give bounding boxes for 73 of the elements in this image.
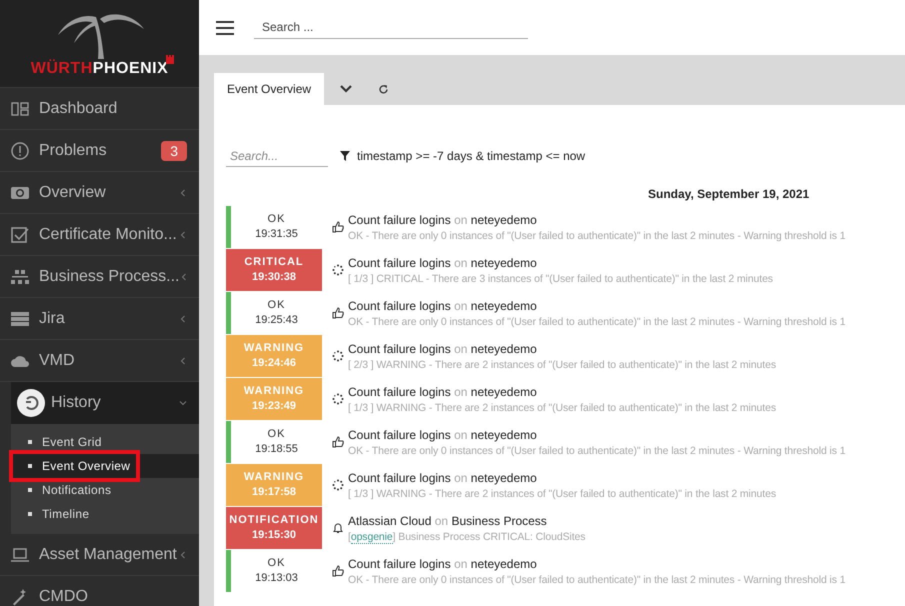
chevron-left-icon <box>179 314 187 322</box>
submenu-item[interactable]: Notifications <box>11 478 199 502</box>
sidebar-label: Certificate Monito... <box>39 226 178 244</box>
event-message: [ 2/3 ] WARNING - There are 2 instances of "(User failed to authenticate)" in the last 2 minutes <box>348 358 776 370</box>
event-message: [ 1/3 ] WARNING - There are 2 instances of "(User failed to authenticate)" in the last 2 minutes <box>348 488 776 500</box>
sidebar-label: Dashboard <box>39 100 118 118</box>
event-title: Count failure logins on neteyedemo <box>348 428 538 442</box>
event-message: OK - There are only 0 instances of "(User failed to authenticate)" in the last 2 minutes - Warning threshold is 1 <box>348 574 846 586</box>
logo-text: WÜRTHPHOENIX <box>30 61 168 77</box>
chevron-left-icon <box>180 272 188 280</box>
dashboard-icon <box>11 100 29 118</box>
event-title: Count failure logins on neteyedemo <box>348 384 538 398</box>
event-title: Count failure logins on neteyedemo <box>348 556 538 570</box>
status-badge: WARNING 19:24:46 <box>226 335 322 377</box>
event-message: OK - There are only 0 instances of "(User failed to authenticate)" in the last 2 minutes - Warning threshold is 1 <box>348 316 846 328</box>
thumbs-up-icon <box>332 565 344 577</box>
spinner-icon <box>332 393 344 405</box>
spinner-icon <box>332 479 344 491</box>
sidebar-label: VMD <box>39 352 76 370</box>
chevron-down-icon <box>179 399 187 407</box>
chevron-down-icon[interactable] <box>340 85 352 93</box>
chevron-left-icon <box>179 356 187 364</box>
sidebar-label: Overview <box>39 184 107 202</box>
alert-icon <box>11 142 29 160</box>
tab[interactable]: Event Overview <box>214 73 324 105</box>
laptop-icon <box>11 546 29 564</box>
submenu-item[interactable]: Event Grid <box>11 430 199 454</box>
filter-text: timestamp >= -7 days & timestamp <= now <box>357 149 586 163</box>
thumbs-up-icon <box>332 436 344 448</box>
event-message: OK - There are only 0 instances of "(User failed to authenticate)" in the last 2 minutes - Warning threshold is 1 <box>348 230 846 242</box>
sidebar-label: Asset Management <box>39 546 178 564</box>
event-message: [opsgenie] Business Process CRITICAL: CloudSites <box>348 530 586 542</box>
event-message: [ 1/3 ] CRITICAL - There are 3 instances of "(User failed to authenticate)" in the last 2 minutes <box>348 272 773 284</box>
sidebar-label: Problems <box>39 142 108 160</box>
sidebar-label: Business Process... <box>39 268 180 286</box>
spinner-icon <box>332 350 344 362</box>
chevron-left-icon <box>179 188 187 196</box>
status-badge: WARNING 19:23:49 <box>226 378 322 420</box>
filter-icon <box>340 151 350 161</box>
sidebar-item[interactable]: Overview <box>0 172 199 214</box>
checkbox-icon <box>11 226 29 244</box>
sitemap-icon <box>11 268 29 286</box>
thumbs-up-icon <box>332 307 344 319</box>
status-badge: CRITICAL 19:30:38 <box>226 249 322 291</box>
event-title: Count failure logins on neteyedemo <box>348 470 538 484</box>
event-message: [ 1/3 ] WARNING - There are 2 instances of "(User failed to authenticate)" in the last 2 minutes <box>348 402 776 414</box>
bell-icon <box>332 522 344 534</box>
event-message: OK - There are only 0 instances of "(User failed to authenticate)" in the last 2 minutes - Warning threshold is 1 <box>348 444 846 456</box>
event-title: Count failure logins on neteyedemo <box>348 298 538 312</box>
event-title: Atlassian Cloud on Business Process <box>348 514 548 528</box>
sidebar-label: History <box>51 394 102 412</box>
sidebar-label: Jira <box>39 310 66 328</box>
chevron-left-icon <box>179 230 187 238</box>
sidebar-item[interactable]: Jira <box>0 298 199 340</box>
refresh-icon[interactable] <box>378 84 390 94</box>
thumbs-up-icon <box>332 221 344 233</box>
event-title: Count failure logins on neteyedemo <box>348 342 538 356</box>
submenu-item[interactable]: Timeline <box>11 502 199 526</box>
history-icon <box>17 389 45 417</box>
status-badge: WARNING 19:17:58 <box>226 464 322 506</box>
menu-icon[interactable] <box>216 20 234 34</box>
count-badge: 3 <box>161 140 187 160</box>
chevron-left-icon <box>179 550 187 558</box>
castle-icon <box>166 55 174 64</box>
event-title: Count failure logins on neteyedemo <box>348 212 538 226</box>
spinner-icon <box>332 264 344 276</box>
sidebar-item[interactable]: History <box>11 382 199 424</box>
date-heading: Sunday, September 19, 2021 <box>648 187 810 201</box>
status-badge: NOTIFICATION 19:15:30 <box>226 507 322 549</box>
event-title: Count failure logins on neteyedemo <box>348 256 538 270</box>
server-icon <box>11 310 29 328</box>
sidebar-label: CMDO <box>39 588 89 606</box>
sidebar-item[interactable]: Problems 3 <box>0 130 199 172</box>
